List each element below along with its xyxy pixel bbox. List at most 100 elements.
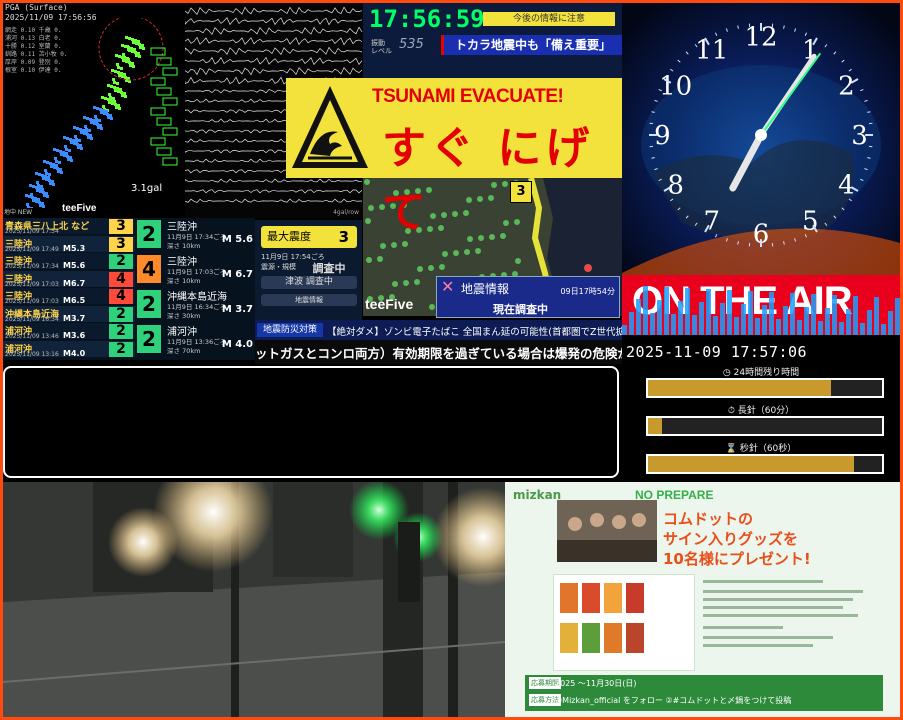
quake-intensity: 2 — [109, 306, 133, 322]
clock-tick — [737, 25, 739, 29]
station-marker — [38, 187, 41, 190]
audio-meter-bar — [727, 290, 732, 335]
station-marker — [48, 173, 51, 176]
ticker-scroll: ットガスとコンロ両方）有効期限を過ぎている場合は爆発の危険があ — [255, 340, 622, 364]
quake-datetime: 2025/11/09 17:49 — [5, 245, 59, 253]
station-marker — [104, 97, 107, 100]
station-marker — [124, 57, 127, 60]
station-marker — [45, 172, 48, 175]
clock-tick — [677, 59, 681, 63]
quake-info-status: 現在調査中 — [493, 303, 548, 316]
station-marker — [70, 159, 73, 162]
station-marker — [114, 70, 117, 73]
station-marker — [59, 168, 62, 171]
station-marker — [137, 40, 140, 43]
quake-detail-row[interactable]: 2 浦河沖 11月9日 13:36ごろ 深さ 70km M 4.0 — [137, 323, 255, 357]
intensity-marker — [414, 279, 420, 285]
level-label: 振動 レベル — [371, 39, 392, 55]
station-marker — [48, 179, 51, 182]
quake-detail-row[interactable]: 2 沖縄本島近海 11月9日 16:34ごろ 深さ 30km M 3.7 — [137, 288, 255, 322]
quake-detail-intensity: 4 — [137, 255, 161, 283]
intensity-marker — [439, 264, 445, 270]
station-marker — [85, 130, 88, 133]
advertisement-panel: mizkan NO PREPARE コムドットの サイン入りグッズを 10名様に… — [505, 482, 900, 717]
quake-list-row[interactable]: 三陸沖 2025/11/09 17:34 M5.6 2 — [3, 253, 135, 270]
quake-list-row[interactable]: 浦河沖 2025/11/09 13:16 M4.0 2 — [3, 340, 135, 358]
tsunami-status: 津波 調査中 — [261, 276, 357, 289]
audio-meter-bar — [678, 301, 683, 335]
audio-meter-bar — [699, 302, 704, 335]
timer-label-text: 24時間残り時間 — [733, 368, 800, 378]
quake-list-row[interactable]: 沖縄本島近海 2025/11/09 16:34 M3.7 2 — [3, 305, 135, 323]
station-marker — [99, 108, 102, 111]
quake-detail-intensity: 2 — [137, 290, 161, 318]
audio-meter-bar — [804, 307, 809, 335]
station-marker — [116, 63, 119, 66]
intensity-marker — [402, 241, 408, 247]
audio-meter-bar — [629, 312, 634, 335]
quake-intensity: 2 — [109, 254, 133, 269]
station-marker — [110, 99, 113, 102]
station-marker — [121, 56, 124, 59]
clock-tick — [651, 111, 655, 113]
audio-meter-bar — [762, 305, 767, 335]
timer-icon: ⏱ — [727, 406, 735, 416]
station-marker — [106, 113, 109, 116]
station-marker — [86, 133, 89, 136]
audio-meter-bar — [671, 314, 676, 335]
ad-footer: 応募期間 2025 ～11月30日(日) 応募方法 ①Mizkan_offici… — [525, 675, 883, 711]
quake-list-row[interactable]: 三陸沖 2025/11/09 17:03 M6.5 4 — [3, 288, 135, 305]
clock-tick — [841, 59, 845, 63]
intensity-marker — [391, 242, 397, 248]
intensity-marker — [442, 251, 448, 257]
station-marker — [101, 96, 104, 99]
station-marker — [46, 195, 49, 198]
audio-meter-bar — [734, 317, 739, 335]
station-marker — [123, 92, 126, 95]
ad-fine-print — [703, 576, 888, 666]
timer-bar-label: ⏱ 長針（60分） — [622, 403, 900, 416]
station-marker — [95, 120, 98, 123]
ad-group-photo — [557, 500, 657, 562]
clock-tick — [867, 111, 871, 113]
quake-list-row[interactable]: 三陸沖 2025/11/09 17:49 M5.3 3 — [3, 235, 135, 253]
quake-detail-magnitude: M 6.7 — [221, 269, 253, 280]
station-marker — [45, 192, 48, 195]
station-marker — [84, 125, 87, 128]
ticker-scroll-text: ットガスとコンロ両方）有効期限を過ぎている場合は爆発の危険があ — [255, 346, 622, 361]
quake-detail-row[interactable]: 2 三陸沖 11月9日 17:34ごろ 深さ 10km M 5.6 — [137, 218, 255, 252]
station-marker — [108, 93, 111, 96]
station-marker — [29, 184, 32, 187]
audio-meter-bar — [650, 313, 655, 335]
audio-meter-bar — [664, 287, 669, 335]
quake-magnitude: M5.3 — [63, 243, 86, 253]
clock-numeral: 11 — [695, 36, 728, 66]
max-intensity-box: 最大震度 3 — [261, 226, 357, 248]
station-marker — [49, 162, 52, 165]
station-marker — [116, 87, 119, 90]
station-marker — [94, 115, 97, 118]
quake-list-row[interactable]: 三陸沖 2025/11/09 17:03 M6.7 4 — [3, 270, 135, 288]
station-marker — [130, 47, 133, 50]
quake-list-row[interactable]: 浦河沖 2025/11/09 13:46 M3.6 2 — [3, 323, 135, 340]
station-marker — [122, 53, 125, 56]
audio-meter-bar — [748, 291, 753, 335]
station-marker — [89, 134, 92, 137]
station-marker — [134, 51, 137, 54]
station-marker — [63, 136, 66, 139]
quake-list-row[interactable]: 青森県三八上北 など 2025/11/09 17:54 3 — [3, 218, 135, 235]
station-marker — [124, 95, 127, 98]
station-marker — [102, 105, 105, 108]
station-label-box — [156, 147, 172, 156]
station-marker — [78, 139, 81, 142]
station-marker — [43, 160, 46, 163]
waveform-trace — [185, 46, 363, 56]
quake-detail-row[interactable]: 4 三陸沖 11月9日 17:03ごろ 深さ 10km M 6.7 — [137, 253, 255, 287]
station-marker — [42, 191, 45, 194]
clock-tick — [864, 99, 868, 102]
quake-magnitude: M6.5 — [63, 296, 86, 305]
quake-detail-depth: 深さ 10km — [167, 277, 201, 285]
tsunami-japanese-text: すぐ にげて — [382, 123, 594, 238]
station-marker — [55, 160, 58, 163]
quake-magnitude: M5.6 — [63, 261, 86, 270]
